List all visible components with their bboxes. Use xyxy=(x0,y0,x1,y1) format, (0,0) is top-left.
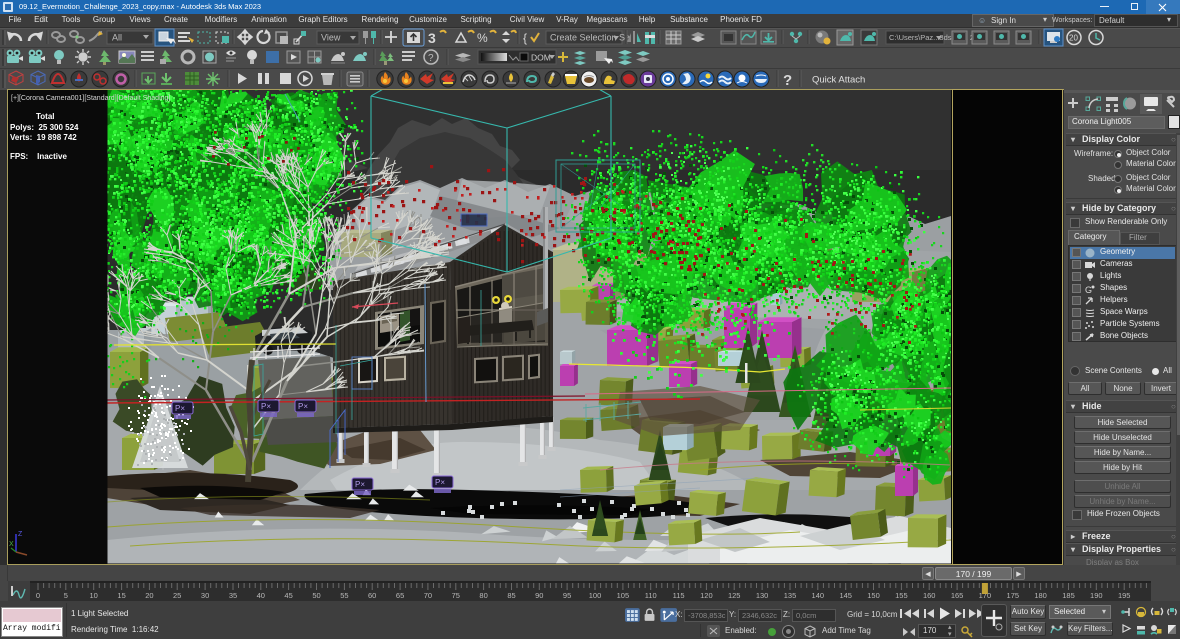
svg-text:G: G xyxy=(1085,285,1092,294)
svg-text:X: X xyxy=(9,541,14,548)
svg-text:150: 150 xyxy=(867,591,880,600)
svg-text:110: 110 xyxy=(645,591,657,600)
svg-text:140: 140 xyxy=(812,591,825,600)
svg-text:20: 20 xyxy=(1069,34,1078,43)
svg-text:180: 180 xyxy=(1034,591,1047,600)
svg-text:60: 60 xyxy=(368,591,376,600)
svg-text:DOM: DOM xyxy=(531,53,551,63)
svg-text:0: 0 xyxy=(36,591,40,600)
svg-text:P×: P× xyxy=(298,402,308,411)
svg-text:105: 105 xyxy=(617,591,630,600)
svg-text:145: 145 xyxy=(839,591,852,600)
svg-text:Create Selection Se: Create Selection Se xyxy=(550,33,630,43)
svg-text:155: 155 xyxy=(895,591,908,600)
svg-text:%: % xyxy=(477,31,488,45)
svg-text:120: 120 xyxy=(700,591,713,600)
svg-text:P×: P× xyxy=(355,480,365,489)
svg-text:{: { xyxy=(523,31,527,45)
svg-text:?: ? xyxy=(428,53,434,64)
svg-text:50: 50 xyxy=(312,591,320,600)
svg-text:195: 195 xyxy=(1118,591,1131,600)
svg-text:P×: P× xyxy=(175,404,185,413)
svg-text:3: 3 xyxy=(428,30,436,46)
svg-text:40: 40 xyxy=(257,591,265,600)
svg-text:15: 15 xyxy=(117,591,125,600)
svg-text:95: 95 xyxy=(563,591,571,600)
svg-text:Quick Attach: Quick Attach xyxy=(812,75,865,86)
svg-text:135: 135 xyxy=(784,591,797,600)
svg-text:85: 85 xyxy=(507,591,515,600)
svg-text:30: 30 xyxy=(201,591,209,600)
svg-text:20: 20 xyxy=(145,591,153,600)
svg-text:P×: P× xyxy=(435,478,445,487)
svg-text:P×: P× xyxy=(261,402,271,411)
svg-text:25: 25 xyxy=(173,591,181,600)
svg-text:90: 90 xyxy=(535,591,543,600)
svg-text:Z: Z xyxy=(18,531,23,538)
svg-text:?: ? xyxy=(783,72,792,89)
svg-text:75: 75 xyxy=(452,591,460,600)
svg-text:All: All xyxy=(112,33,122,43)
svg-text:175: 175 xyxy=(1007,591,1020,600)
svg-text:165: 165 xyxy=(951,591,964,600)
svg-text:125: 125 xyxy=(728,591,741,600)
svg-text:115: 115 xyxy=(673,591,685,600)
svg-text:130: 130 xyxy=(756,591,769,600)
svg-text:35: 35 xyxy=(229,591,237,600)
svg-text:80: 80 xyxy=(479,591,487,600)
svg-text:100: 100 xyxy=(589,591,602,600)
svg-text:190: 190 xyxy=(1090,591,1103,600)
svg-text:55: 55 xyxy=(340,591,348,600)
svg-text:70: 70 xyxy=(424,591,432,600)
svg-text:45: 45 xyxy=(284,591,292,600)
svg-text:View: View xyxy=(321,33,341,43)
svg-text:5: 5 xyxy=(64,591,68,600)
svg-text:65: 65 xyxy=(396,591,404,600)
svg-text:185: 185 xyxy=(1062,591,1075,600)
svg-text:160: 160 xyxy=(923,591,936,600)
svg-text:10: 10 xyxy=(90,591,98,600)
